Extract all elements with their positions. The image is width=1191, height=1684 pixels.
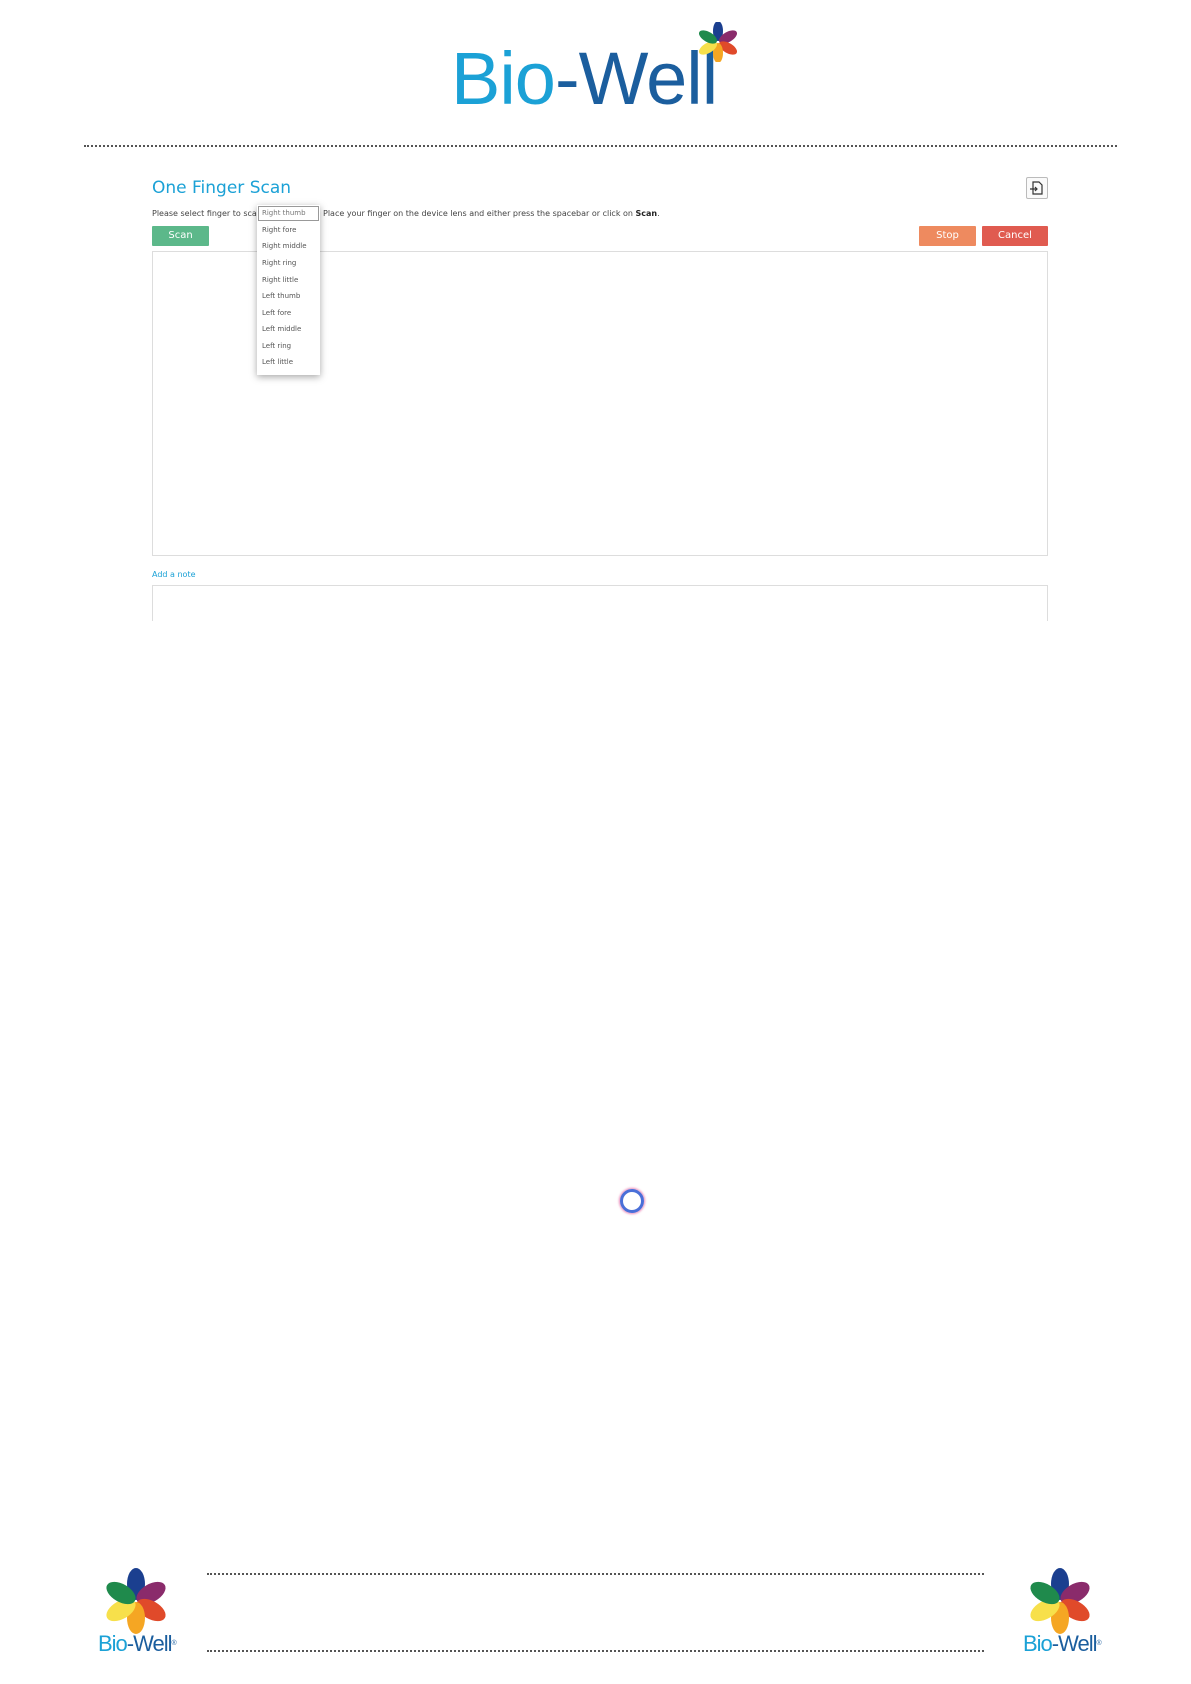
bio-well-flower-icon: [698, 22, 738, 62]
finger-option[interactable]: Right fore: [262, 226, 296, 234]
finger-option[interactable]: Left ring: [262, 342, 291, 350]
note-input[interactable]: [152, 585, 1048, 621]
finger-option[interactable]: Right middle: [262, 242, 307, 250]
export-button[interactable]: [1026, 177, 1048, 199]
scan-instruction: Place your finger on the device lens and…: [323, 209, 660, 218]
finger-option[interactable]: Right thumb: [262, 209, 306, 217]
bio-well-flower-icon: [106, 1568, 166, 1634]
page-title: One Finger Scan: [152, 178, 292, 198]
finger-option[interactable]: Left fore: [262, 309, 291, 317]
scan-button[interactable]: Scan: [152, 226, 209, 246]
footer-logo-text-left: Bio-Well®: [98, 1631, 177, 1656]
footer-divider-top: [207, 1573, 984, 1575]
finger-instruction-prefix: Please select finger to scan: [152, 209, 262, 218]
add-note-link[interactable]: Add a note: [152, 570, 196, 579]
loading-spinner-icon: [620, 1189, 644, 1213]
header-divider: [84, 145, 1117, 147]
finger-option[interactable]: Left little: [262, 358, 293, 366]
export-file-icon: [1030, 181, 1043, 195]
finger-option[interactable]: Right ring: [262, 259, 296, 267]
footer-divider-bottom: [207, 1650, 984, 1652]
finger-select-dropdown[interactable]: Right thumb Right fore Right middle Righ…: [257, 205, 320, 375]
finger-option[interactable]: Left thumb: [262, 292, 300, 300]
footer-logo-text-right: Bio-Well®: [1023, 1631, 1102, 1656]
bio-well-flower-icon: [1030, 1568, 1090, 1634]
cancel-button[interactable]: Cancel: [982, 226, 1048, 246]
header-logo-text: Bio-Well: [451, 37, 718, 120]
finger-option[interactable]: Right little: [262, 276, 298, 284]
stop-button[interactable]: Stop: [919, 226, 976, 246]
finger-option[interactable]: Left middle: [262, 325, 301, 333]
